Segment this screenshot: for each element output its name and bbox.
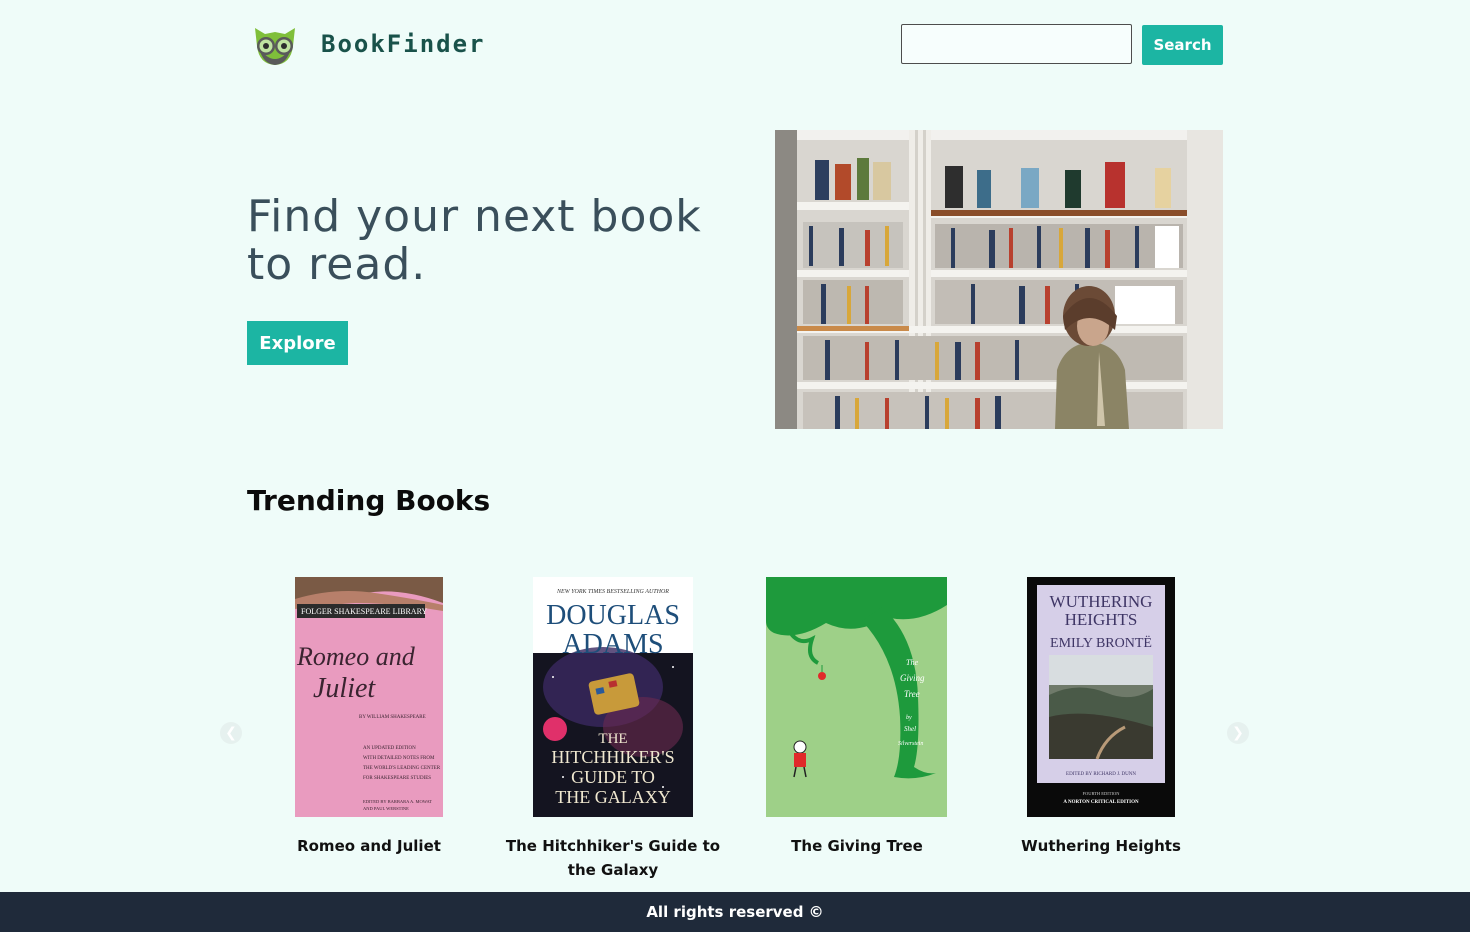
search-button[interactable]: Search [1142,25,1223,65]
hitchhiker-tagline: NEW YORK TIMES BESTSELLING AUTHOR [556,589,669,595]
wuthering-author: EMILY BRONTË [1050,634,1152,651]
hitchhiker-title-line4: THE GALAXY [555,787,670,807]
romeo-blurb-2: WITH DETAILED NOTES FROM [363,756,435,761]
search-input[interactable] [901,24,1132,64]
hitchhiker-author-line2: ADAMS [562,629,663,660]
giving-tree-line3: Tree [904,689,920,699]
book-title-romeo-and-juliet[interactable]: Romeo and Juliet [249,834,489,858]
giving-tree-line4: by [906,715,912,721]
hitchhiker-title-line2: HITCHHIKER'S [551,747,674,767]
hitchhiker-title-line3: GUIDE TO [571,767,655,787]
book-cover-wuthering-heights[interactable]: WUTHERING HEIGHTS EMILY BRONTË EDITED BY… [1027,577,1175,817]
romeo-script-line2: Juliet [313,673,376,704]
hero-bookshelf-image [775,130,1223,429]
explore-button[interactable]: Explore [247,321,348,365]
carousel-next-button[interactable]: ❯ [1227,722,1249,744]
wuthering-editor: EDITED BY RICHARD J. DUNN [1066,772,1136,777]
wuthering-edition-line2: A NORTON CRITICAL EDITION [1063,800,1139,805]
carousel-prev-button[interactable]: ❮ [220,722,242,744]
wuthering-title-line2: HEIGHTS [1065,610,1138,629]
brand-name[interactable]: BookFinder [321,30,486,58]
romeo-author-text: BY WILLIAM SHAKESPEARE [359,715,426,720]
hitchhiker-author-line1: DOUGLAS [546,600,680,631]
book-title-giving-tree[interactable]: The Giving Tree [737,834,977,858]
book-cover-romeo-and-juliet[interactable]: FOLGER SHAKESPEARE LIBRARY Romeo and Jul… [295,577,443,817]
book-title-hitchhikers-guide[interactable]: The Hitchhiker's Guide to the Galaxy [493,834,733,882]
wuthering-title-line1: WUTHERING [1050,592,1153,611]
book-title-wuthering-heights[interactable]: Wuthering Heights [981,834,1221,858]
wuthering-edition-line1: FOURTH EDITION [1082,791,1120,796]
hitchhiker-title-line1: THE [598,731,627,747]
giving-tree-line5: Shel [904,725,916,733]
trending-heading: Trending Books [247,484,491,517]
owl-logo-icon[interactable] [251,24,299,66]
book-cover-hitchhikers-guide[interactable]: NEW YORK TIMES BESTSELLING AUTHOR DOUGLA… [533,577,693,817]
giving-tree-line6: Silverstein [898,741,923,747]
hero-title: Find your next book to read. [247,191,702,290]
romeo-series-text: FOLGER SHAKESPEARE LIBRARY [301,607,427,616]
book-cover-giving-tree[interactable]: The Giving Tree by Shel Silverstein [766,577,947,817]
site-header: BookFinder Search [247,20,1223,70]
romeo-editors-2: AND PAUL WERSTINE [363,806,409,811]
romeo-blurb-4: FOR SHAKESPEARE STUDIES [363,776,431,781]
romeo-editors-1: EDITED BY BARBARA A. MOWAT [363,799,432,804]
romeo-script-line1: Romeo and [296,642,416,671]
site-footer: All rights reserved © [0,892,1470,932]
footer-text: All rights reserved © [646,903,824,921]
romeo-blurb-3: THE WORLD'S LEADING CENTER [363,766,441,771]
romeo-blurb-1: AN UPDATED EDITION [363,746,416,751]
giving-tree-line2: Giving [900,673,925,683]
giving-tree-line1: The [906,658,918,667]
